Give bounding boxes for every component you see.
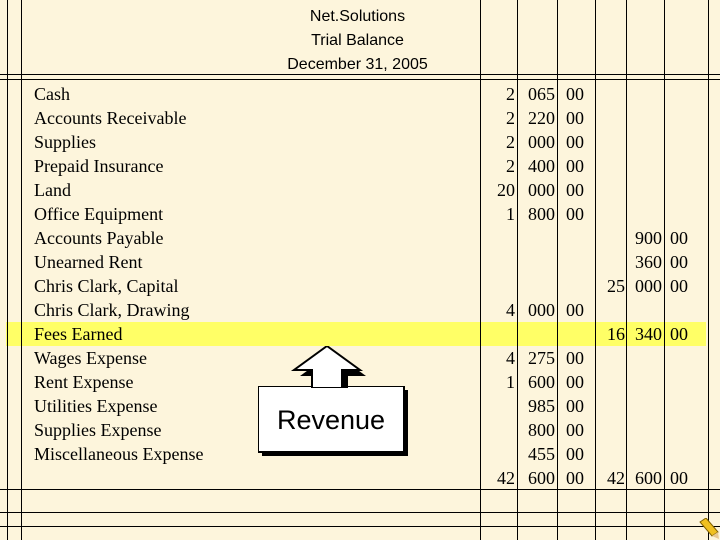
debit-cents: 00 [566,180,584,200]
account-name: Land [34,180,71,200]
debit-cents: 00 [566,108,584,128]
debit-cents: 00 [566,156,584,176]
callout-arrow-icon [290,346,366,388]
debit-whole-b: 000 [528,300,555,320]
debit-cents: 00 [566,84,584,104]
grid-line [21,0,22,540]
credit-cents: 00 [670,228,688,248]
debit-whole-a: 2 [506,84,515,104]
debit-whole-a: 1 [506,372,515,392]
credit-whole-a: 25 [607,276,625,296]
account-name: Accounts Payable [34,228,164,248]
debit-cents: 00 [566,204,584,224]
debit-whole-b: 985 [528,396,555,416]
statement-title: Trial Balance [311,32,404,49]
account-name: Cash [34,84,70,104]
grid-line [664,0,665,540]
credit-cents: 00 [670,276,688,296]
debit-whole-a: 1 [506,204,515,224]
trial-balance-sheet: Net.Solutions Trial Balance December 31,… [0,0,720,540]
company-name: Net.Solutions [309,8,406,25]
credit-whole-b: 360 [635,252,662,272]
debit-whole-a: 2 [506,156,515,176]
pencil-icon [699,518,719,539]
debit-whole-a: 2 [506,132,515,152]
credit-cents: 00 [670,252,688,272]
debit-whole-b: 000 [528,180,555,200]
debit-total-cents: 00 [566,468,584,488]
debit-cents: 00 [566,396,584,416]
credit-whole-b: 000 [635,276,662,296]
credit-whole-b: 900 [635,228,662,248]
footer-rule-3 [0,526,720,527]
debit-whole-b: 400 [528,156,555,176]
account-name: Office Equipment [34,204,164,224]
debit-whole-b: 275 [528,348,555,368]
statement-date: December 31, 2005 [287,56,428,73]
grid-line [708,0,709,540]
debit-whole-b: 600 [528,372,555,392]
debit-whole-b: 220 [528,108,555,128]
account-name: Chris Clark, Capital [34,276,179,296]
credit-whole-a: 16 [607,324,625,344]
debit-whole-b: 000 [528,132,555,152]
credit-total-cents: 00 [670,468,688,488]
debit-cents: 00 [566,444,584,464]
debit-cents: 00 [566,348,584,368]
callout-label: Revenue [276,405,386,435]
credit-total-whole-a: 42 [607,468,625,488]
debit-whole-a: 2 [506,108,515,128]
account-name: Chris Clark, Drawing [34,300,190,320]
account-name: Fees Earned [34,324,123,344]
grid-line [480,0,481,540]
debit-whole-a: 4 [506,300,515,320]
footer-rule-2 [0,512,720,513]
account-name: Accounts Receivable [34,108,187,128]
credit-total-whole-b: 600 [635,468,662,488]
grid-line [595,0,596,540]
grid-line [7,0,8,540]
debit-cents: 00 [566,132,584,152]
debit-whole-a: 4 [506,348,515,368]
debit-cents: 00 [566,420,584,440]
account-name: Prepaid Insurance [34,156,164,176]
account-name: Unearned Rent [34,252,143,272]
header-rule-double [0,79,720,80]
debit-whole-b: 800 [528,420,555,440]
credit-cents: 00 [670,324,688,344]
debit-whole-b: 455 [528,444,555,464]
account-name: Supplies [34,132,97,152]
debit-whole-b: 065 [528,84,555,104]
debit-total-whole-b: 600 [528,468,555,488]
debit-cents: 00 [566,300,584,320]
debit-whole-a: 20 [497,180,515,200]
credit-whole-b: 340 [635,324,662,344]
debit-whole-b: 800 [528,204,555,224]
debit-total-whole-a: 42 [497,468,515,488]
debit-cents: 00 [566,372,584,392]
